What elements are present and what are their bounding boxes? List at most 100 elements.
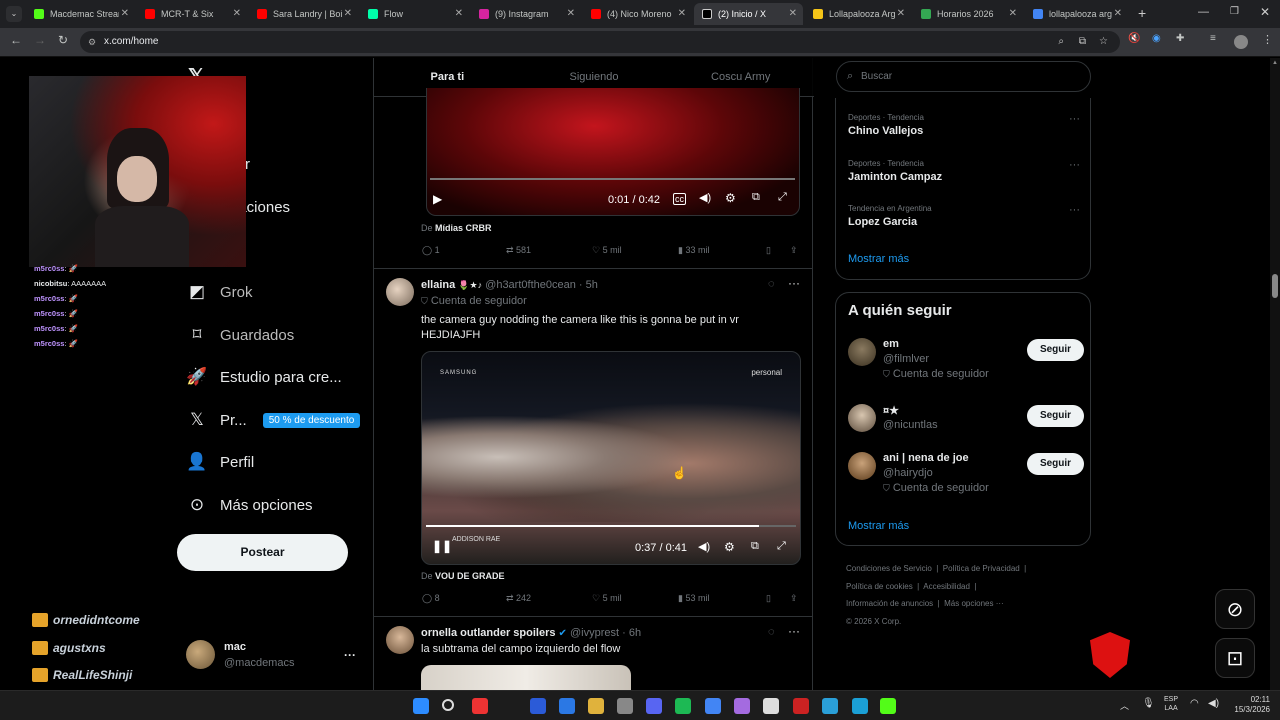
discord-icon[interactable]	[646, 698, 662, 714]
avatar[interactable]	[386, 278, 414, 306]
address-bar[interactable]: ⚙ x.com/home ⌕ ⧉ ☆	[80, 31, 1120, 53]
sidebar-item-bookmark[interactable]: ⌑ Guardados	[186, 325, 295, 345]
footer-link[interactable]: Política de Privacidad	[943, 564, 1020, 573]
sidebar-item-more[interactable]: ⊙ Más opciones	[186, 495, 313, 515]
scrollbar-up-icon[interactable]: ▲	[1272, 60, 1278, 66]
post1-video[interactable]: ▶ 0:01 / 0:42 cc ◀) ⚙ ⧉ ⤢	[426, 88, 800, 216]
notepad-icon[interactable]	[559, 698, 575, 714]
vscode-icon[interactable]	[530, 698, 546, 714]
show-more-link[interactable]: Mostrar más	[848, 520, 909, 532]
spotify-icon[interactable]	[675, 698, 691, 714]
close-window-icon[interactable]: ✕	[1260, 5, 1270, 19]
tab-close-icon[interactable]: ✕	[897, 8, 905, 19]
browser-tab[interactable]: (4) Nico Moreno ✕	[583, 3, 692, 25]
clock[interactable]: 02:11 15/3/2026	[1228, 695, 1270, 715]
photos-icon[interactable]	[822, 698, 838, 714]
trend-more-icon[interactable]: ···	[1069, 113, 1080, 125]
scrollbar-thumb[interactable]	[1272, 274, 1278, 298]
tab-close-icon[interactable]: ✕	[344, 8, 352, 19]
footer-link[interactable]: Más opciones ···	[944, 599, 1004, 608]
chrome-icon[interactable]	[705, 698, 721, 714]
follow-button[interactable]: Seguir	[1027, 405, 1084, 427]
browser-tab[interactable]: MCR-T & Six ✕	[137, 3, 247, 25]
trend-item[interactable]: Tendencia en Argentina Lopez Garcia ···	[848, 204, 1080, 228]
repost-button[interactable]: ⇄ 581	[506, 245, 531, 256]
footer-link[interactable]: Condiciones de Servicio	[846, 564, 932, 573]
profile-avatar[interactable]	[1234, 35, 1248, 49]
bookmark-icon[interactable]: ▯	[766, 593, 771, 604]
share-icon[interactable]: ⇪	[790, 593, 798, 604]
folder-icon[interactable]	[588, 698, 604, 714]
start-icon[interactable]	[413, 698, 429, 714]
post3[interactable]: ornella outlander spoilers ✔ @ivyprest ·…	[374, 617, 812, 690]
avatar[interactable]	[848, 338, 876, 366]
overlay-tool-icon[interactable]: ⊘	[1215, 589, 1255, 629]
media-icon[interactable]: ≡	[1210, 33, 1216, 44]
zoom-icon[interactable]: ⌕	[1058, 31, 1064, 53]
follow-suggestion[interactable]: ¤★ @nicuntlas Seguir	[848, 404, 1084, 448]
wifi-icon[interactable]: ◠	[1190, 698, 1199, 709]
fullscreen-icon[interactable]: ⤢	[777, 540, 786, 553]
tab-search-icon[interactable]: ⌄	[6, 6, 22, 22]
post2-video[interactable]: SAMSUNG personal ADDISON RAE ❚❚ 0:37 / 0…	[421, 351, 801, 565]
account-switcher[interactable]: mac @macdemacs ···	[184, 636, 364, 676]
language-indicator[interactable]: ESP LAA	[1164, 695, 1178, 713]
sidebar-item-grok[interactable]: ◩ Grok	[186, 282, 253, 302]
post3-image[interactable]	[421, 665, 631, 690]
pause-icon[interactable]: ❚❚	[432, 539, 452, 553]
tab-close-icon[interactable]: ✕	[678, 8, 686, 19]
premium-discount-badge[interactable]: 50 % de descuento	[262, 412, 361, 428]
avatar[interactable]	[848, 452, 876, 480]
fullscreen-icon[interactable]: ⤢	[778, 191, 787, 204]
captions-icon[interactable]: cc	[673, 193, 686, 205]
volume-icon[interactable]: ◀)	[1208, 698, 1219, 709]
bookmark-icon[interactable]: ▯	[766, 245, 771, 256]
search-box[interactable]: ⌕ Buscar	[836, 61, 1091, 92]
reply-button[interactable]: ◯ 1	[422, 245, 440, 256]
like-button[interactable]: ♡ 5 mil	[592, 245, 622, 256]
video-progress-bar[interactable]	[430, 178, 795, 180]
obs-icon[interactable]	[734, 698, 750, 714]
site-info-icon[interactable]: ⚙	[88, 31, 96, 53]
grok-icon[interactable]: ◌	[768, 626, 775, 638]
trend-more-icon[interactable]: ···	[1069, 159, 1080, 171]
tab-close-icon[interactable]: ✕	[789, 8, 797, 19]
author-handle[interactable]: @ivyprest	[570, 627, 619, 639]
sidebar-item-rocket[interactable]: 🚀 Estudio para cre...	[186, 367, 341, 387]
reload-icon[interactable]: ↻	[58, 33, 68, 47]
settings-icon[interactable]: ⚙	[725, 191, 736, 205]
extension-icon[interactable]: ◉	[1152, 33, 1161, 44]
views-count[interactable]: ▮ 53 mil	[678, 593, 709, 604]
follow-suggestion[interactable]: em @filmlver ⛉ Cuenta de seguidor Seguir	[848, 338, 1084, 382]
source-link[interactable]: VOU DE GRADE	[435, 571, 505, 581]
views-count[interactable]: ▮ 33 mil	[678, 245, 709, 256]
tray-chevron-icon[interactable]: ︿	[1120, 699, 1129, 712]
browser-tab[interactable]: (9) Instagram ✕	[471, 3, 581, 25]
follow-suggestion[interactable]: ani | nena de joe @hairydjo ⛉ Cuenta de …	[848, 452, 1084, 496]
avatar[interactable]	[386, 626, 414, 654]
new-tab-button[interactable]: +	[1138, 5, 1146, 21]
sidebar-item-person[interactable]: 👤 Perfil	[186, 452, 254, 472]
play-icon[interactable]: ▶	[433, 192, 442, 206]
video-progress-bar[interactable]	[426, 525, 796, 527]
share-icon[interactable]: ⇪	[790, 245, 798, 256]
pip-icon[interactable]: ⧉	[751, 540, 759, 553]
post-button[interactable]: Postear	[177, 534, 348, 571]
avatar[interactable]	[848, 404, 876, 432]
menu-icon[interactable]: ⋮	[1262, 33, 1273, 46]
mic-icon[interactable]: 🎙	[1142, 698, 1155, 709]
app-icon[interactable]	[472, 698, 488, 714]
install-icon[interactable]: ⧉	[1079, 31, 1086, 53]
mute-icon[interactable]: 🔇	[1128, 33, 1140, 44]
trend-more-icon[interactable]: ···	[1069, 204, 1080, 216]
pip-icon[interactable]: ⧉	[752, 191, 760, 204]
page-scrollbar[interactable]: ▲	[1270, 58, 1280, 690]
tab-close-icon[interactable]: ✕	[1114, 8, 1122, 19]
trend-item[interactable]: Deportes · Tendencia Jaminton Campaz ···	[848, 159, 1080, 183]
browser-tab[interactable]: Macdemac Stream ✕	[26, 3, 135, 25]
browser-tab[interactable]: Sara Landry | Boil ✕	[249, 3, 358, 25]
overlay-tool-icon[interactable]: ⊡	[1215, 638, 1255, 678]
app-icon[interactable]	[617, 698, 633, 714]
edge-icon[interactable]	[852, 698, 868, 714]
post-more-icon[interactable]: ···	[788, 624, 800, 638]
